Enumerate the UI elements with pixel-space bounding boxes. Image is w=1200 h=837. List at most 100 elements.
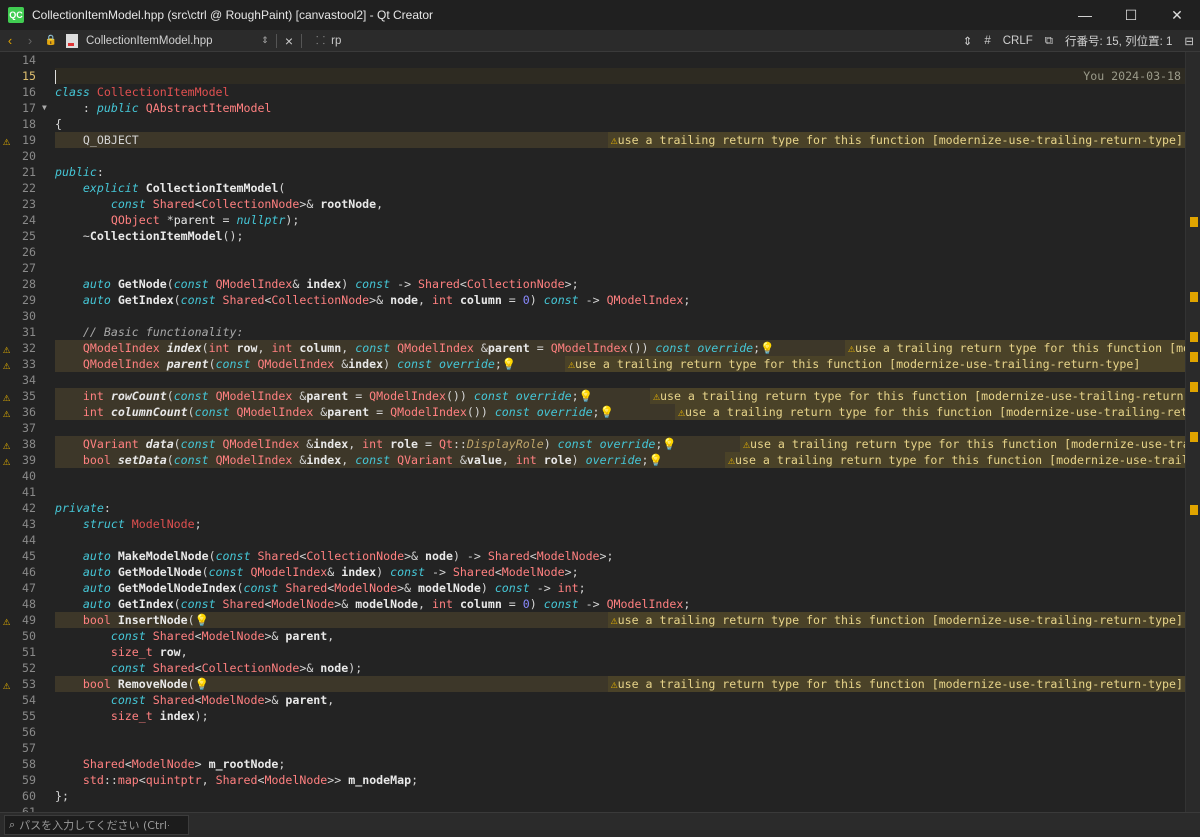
code-line[interactable] [55,244,1185,260]
encoding-icon[interactable]: ⧉ [1045,35,1053,48]
code-line[interactable]: auto GetIndex(const Shared<ModelNode>& m… [55,596,1185,612]
gutter-line[interactable]: ⚠ 19 [0,132,55,148]
gutter-line[interactable]: 25 [0,228,55,244]
code-line[interactable] [55,804,1185,812]
gutter-line[interactable]: 54 [0,692,55,708]
code-line[interactable]: Q_OBJECT ⚠use a trailing return type for … [55,132,1185,148]
line-ending-button[interactable]: CRLF [1003,35,1033,47]
clang-tidy-warning[interactable]: ⚠use a trailing return type for this fun… [740,436,1185,452]
code-line[interactable]: const Shared<CollectionNode>& node); [55,660,1185,676]
warning-icon[interactable]: ⚠ [3,613,10,629]
code-line[interactable]: const Shared<ModelNode>& parent, [55,628,1185,644]
gutter-line[interactable]: 40 [0,468,55,484]
warning-icon[interactable]: ⚠ [3,405,10,421]
code-line[interactable]: size_t row, [55,644,1185,660]
current-symbol-combo[interactable]: rp [331,35,341,47]
code-line[interactable] [55,52,1185,68]
warning-icon[interactable]: ⚠ [3,341,10,357]
open-documents-combo[interactable]: CollectionItemModel.hpp [86,35,258,47]
gutter-line[interactable]: ⚠ 49 [0,612,55,628]
clang-tidy-warning[interactable]: ⚠use a trailing return type for this fun… [725,452,1185,468]
gutter-line[interactable]: 28 [0,276,55,292]
gutter-line[interactable]: ⚠ 32 [0,340,55,356]
code-line[interactable]: int rowCount(const QModelIndex &parent =… [55,388,1185,404]
clang-tidy-warning[interactable]: ⚠use a trailing return type for this fun… [650,388,1185,404]
clang-tidy-warning[interactable]: ⚠use a trailing return type for this fun… [675,404,1185,420]
scroll-warning-marker[interactable] [1190,332,1198,342]
code-line[interactable]: bool RemoveNode(💡 ⚠use a trailing return … [55,676,1185,692]
gutter-line[interactable]: 24 [0,212,55,228]
gutter-line[interactable]: 21 [0,164,55,180]
gutter-line[interactable]: 16 [0,84,55,100]
gutter-line[interactable]: 23 [0,196,55,212]
code-line[interactable]: auto GetNode(const QModelIndex& index) c… [55,276,1185,292]
forward-icon[interactable]: › [20,33,40,48]
gutter-line[interactable]: 60 [0,788,55,804]
clang-tidy-warning[interactable]: ⚠use a trailing return type for this fun… [845,340,1185,356]
gutter-line[interactable]: 59 [0,772,55,788]
code-line[interactable] [55,148,1185,164]
line-number-gutter[interactable]: 14 15 16 17 ▼ 18 ⚠ 19 20 21 22 23 24 25 26 27 28 29 30 31 ⚠ 3… [0,52,55,812]
gutter-line[interactable]: 50 [0,628,55,644]
code-line[interactable] [55,468,1185,484]
gutter-line[interactable]: 30 [0,308,55,324]
gutter-line[interactable]: 45 [0,548,55,564]
code-line[interactable]: explicit CollectionItemModel( [55,180,1185,196]
gutter-line[interactable]: ⚠ 39 [0,452,55,468]
code-area[interactable]: You 2024-03-18 class CollectionItemModel… [55,52,1185,812]
clang-tidy-warning[interactable]: ⚠use a trailing return type for this fun… [607,676,1185,692]
editor-scrollbar[interactable] [1185,52,1200,812]
gutter-line[interactable]: ⚠ 36 [0,404,55,420]
gutter-line[interactable]: 56 [0,724,55,740]
updown-arrow-icon[interactable]: ⇕ [258,35,272,46]
back-icon[interactable]: ‹ [0,33,20,48]
code-line[interactable] [55,740,1185,756]
code-line[interactable] [55,724,1185,740]
gutter-line[interactable]: 34 [0,372,55,388]
warning-icon[interactable]: ⚠ [3,453,10,469]
code-line[interactable]: QObject *parent = nullptr); [55,212,1185,228]
updown-arrow-icon[interactable]: ⇕ [963,34,973,48]
gutter-line[interactable]: 42 [0,500,55,516]
code-line[interactable] [55,308,1185,324]
gutter-line[interactable]: 20 [0,148,55,164]
gutter-line[interactable]: 26 [0,244,55,260]
gutter-line[interactable]: ⚠ 53 [0,676,55,692]
code-line[interactable]: { [55,116,1185,132]
fold-marker-icon[interactable]: ▼ [42,100,47,116]
gutter-line[interactable]: 48 [0,596,55,612]
warning-icon[interactable]: ⚠ [3,133,10,149]
code-line[interactable]: std::map<quintptr, Shared<ModelNode>> m_… [55,772,1185,788]
locator-input[interactable] [19,818,170,832]
code-editor[interactable]: 14 15 16 17 ▼ 18 ⚠ 19 20 21 22 23 24 25 26 27 28 29 30 31 ⚠ 3… [0,52,1200,812]
scroll-warning-marker[interactable] [1190,292,1198,302]
clang-tidy-warning[interactable]: ⚠use a trailing return type for this fun… [565,356,1185,372]
hash-icon[interactable]: # [984,35,990,47]
lock-icon[interactable]: 🔒 [40,35,62,46]
scroll-warning-marker[interactable] [1190,352,1198,362]
scroll-warning-marker[interactable] [1190,432,1198,442]
minimize-button[interactable]: — [1062,0,1108,30]
code-line[interactable]: auto MakeModelNode(const Shared<Collecti… [55,548,1185,564]
code-line[interactable]: const Shared<CollectionNode>& rootNode, [55,196,1185,212]
gutter-line[interactable]: ⚠ 38 [0,436,55,452]
code-line[interactable] [55,260,1185,276]
warning-icon[interactable]: ⚠ [3,389,10,405]
code-line[interactable]: size_t index); [55,708,1185,724]
gutter-line[interactable]: 31 [0,324,55,340]
gutter-line[interactable]: 14 [0,52,55,68]
code-line[interactable]: auto GetModelNodeIndex(const Shared<Mode… [55,580,1185,596]
gutter-line[interactable]: 15 [0,68,55,84]
gutter-line[interactable]: 61 [0,804,55,812]
code-line[interactable]: struct ModelNode; [55,516,1185,532]
gutter-line[interactable]: 17 ▼ [0,100,55,116]
gutter-line[interactable]: 44 [0,532,55,548]
gutter-line[interactable]: 52 [0,660,55,676]
code-line[interactable]: : public QAbstractItemModel [55,100,1185,116]
gutter-line[interactable]: 58 [0,756,55,772]
code-line[interactable] [55,372,1185,388]
close-window-button[interactable]: ✕ [1154,0,1200,30]
gutter-line[interactable]: 46 [0,564,55,580]
gutter-line[interactable]: ⚠ 33 [0,356,55,372]
warning-icon[interactable]: ⚠ [3,437,10,453]
